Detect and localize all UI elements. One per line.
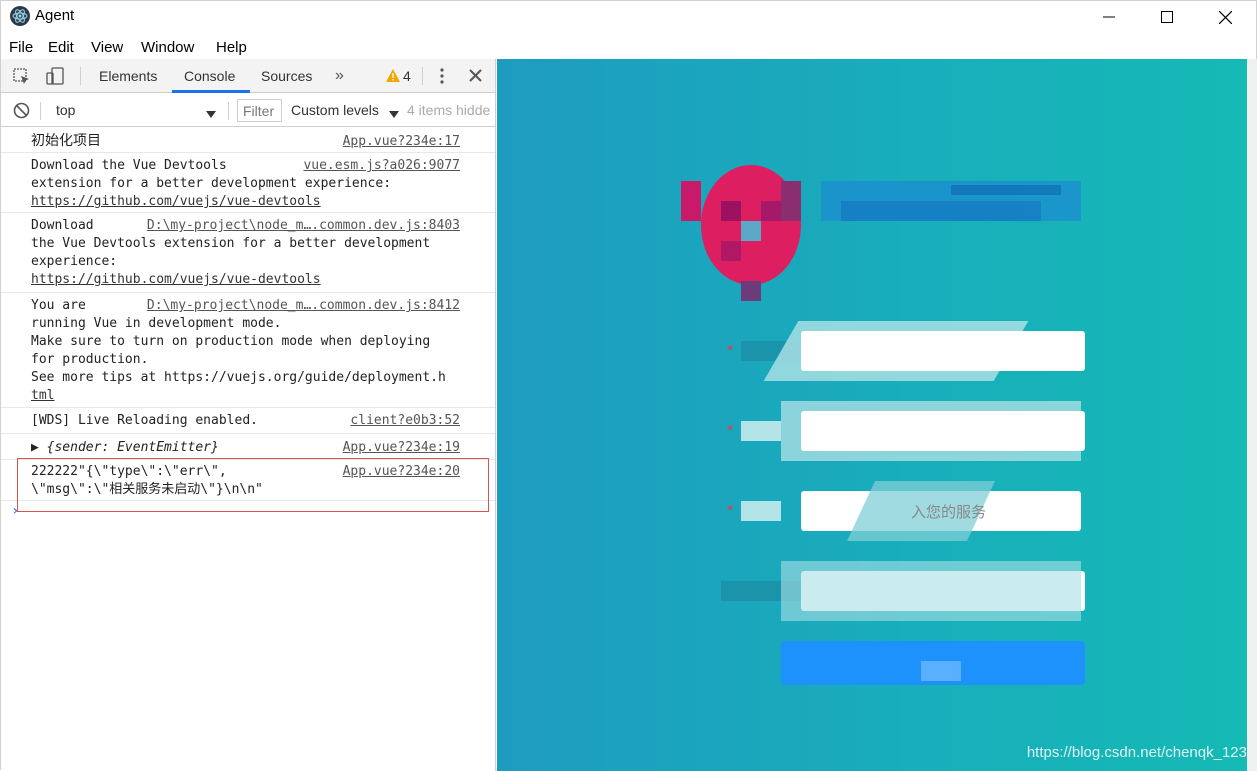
message-link[interactable]: https://github.com/vuejs/vue-devtools: [31, 193, 321, 211]
message-text: Download the Vue Devtools: [31, 158, 227, 173]
menu-help[interactable]: Help: [216, 39, 247, 56]
required-marker: *: [727, 423, 734, 440]
close-devtools-icon[interactable]: [469, 69, 482, 87]
field-label-image: [741, 501, 781, 521]
maximize-button[interactable]: [1138, 1, 1196, 33]
warning-count: 4: [403, 68, 411, 84]
app-page: * * * 入您的服务 https://blog.csdn.net/chenqk…: [497, 59, 1257, 771]
menu-window[interactable]: Window: [141, 39, 194, 56]
clear-console-icon[interactable]: [13, 102, 30, 124]
message-text: running Vue in development mode.: [31, 316, 282, 331]
console-message: Download the Vue Devtools extension for …: [1, 214, 495, 293]
object-preview[interactable]: ▶ {sender: EventEmitter}: [31, 439, 219, 457]
account-input[interactable]: [801, 331, 1085, 371]
minimize-button[interactable]: [1080, 1, 1138, 33]
active-tab-indicator: [172, 90, 250, 93]
source-link[interactable]: App.vue?234e:17: [343, 133, 460, 151]
source-link[interactable]: D:\my-project\node_m….common.dev.js:8412: [147, 297, 460, 315]
more-tabs-icon[interactable]: »: [335, 67, 344, 85]
menu-bar: File Edit View Window Help: [1, 35, 1256, 59]
console-message: [WDS] Live Reloading enabled. client?e0b…: [1, 409, 495, 434]
message-text: You are: [31, 298, 86, 313]
submit-label-image: [921, 661, 961, 681]
menu-view[interactable]: View: [91, 39, 123, 56]
console-message: 初始化项目 App.vue?234e:17: [1, 128, 495, 153]
source-link[interactable]: D:\my-project\node_m….common.dev.js:8403: [147, 217, 460, 235]
blur-overlay: [781, 561, 1081, 621]
toolbar-divider: [80, 67, 81, 85]
message-link[interactable]: https://github.com/vuejs/vue-devtools: [31, 271, 321, 289]
message-text: Download: [31, 218, 94, 233]
message-text: See more tips at https://vuejs.org/guide…: [31, 370, 446, 385]
console-message: Download the Vue Devtools extension for …: [1, 154, 495, 213]
devtools-toolbar: Elements Console Sources » 4: [1, 59, 495, 93]
filter-divider: [40, 102, 41, 120]
device-toolbar-icon[interactable]: [46, 67, 66, 90]
source-link[interactable]: client?e0b3:52: [350, 412, 460, 430]
toolbar-divider: [422, 67, 423, 85]
message-text: for production.: [31, 352, 149, 367]
tab-sources[interactable]: Sources: [261, 68, 312, 84]
chevron-down-icon[interactable]: [206, 106, 216, 124]
menu-edit[interactable]: Edit: [48, 39, 74, 56]
source-link[interactable]: vue.esm.js?a026:9077: [303, 157, 460, 175]
message-text: experience:: [31, 254, 118, 269]
inspect-element-icon[interactable]: [13, 68, 31, 91]
console-log: 初始化项目 App.vue?234e:17 Download the Vue D…: [1, 128, 495, 771]
console-prompt-icon[interactable]: ›: [11, 503, 19, 519]
console-filter-bar: top Filter Custom levels 4 items hidde: [1, 94, 495, 127]
window-title: Agent: [35, 7, 75, 24]
message-text: 初始化项目: [31, 133, 101, 149]
menu-file[interactable]: File: [9, 39, 33, 56]
tab-elements[interactable]: Elements: [99, 68, 157, 84]
message-text: extension for a better development exper…: [31, 176, 392, 191]
title-bar: Agent: [1, 1, 1256, 33]
message-text: [WDS] Live Reloading enabled.: [31, 413, 258, 428]
source-link[interactable]: App.vue?234e:19: [343, 439, 460, 457]
message-text: the Vue Devtools extension for a better …: [31, 236, 431, 251]
electron-app-icon: [10, 6, 30, 26]
kebab-menu-icon[interactable]: [439, 68, 445, 89]
chevron-down-icon[interactable]: [389, 106, 399, 124]
tab-console[interactable]: Console: [184, 68, 235, 84]
message-link[interactable]: tml: [31, 387, 54, 405]
field-label-image: [741, 421, 781, 441]
required-marker: *: [727, 503, 734, 520]
filter-input[interactable]: Filter: [237, 99, 282, 122]
vertical-scrollbar[interactable]: [1247, 59, 1257, 771]
hidden-items-count: 4 items hidde: [407, 102, 491, 118]
required-marker: *: [727, 343, 734, 360]
console-message[interactable]: ▶ {sender: EventEmitter} App.vue?234e:19: [1, 435, 495, 460]
password-input[interactable]: [801, 411, 1085, 451]
log-levels-dropdown[interactable]: Custom levels: [291, 102, 379, 118]
warning-icon[interactable]: [386, 69, 400, 87]
close-window-button[interactable]: [1196, 1, 1254, 33]
devtools-panel: Elements Console Sources » 4 top Filter …: [1, 59, 496, 771]
message-text: Make sure to turn on production mode whe…: [31, 334, 431, 349]
watermark-text: https://blog.csdn.net/chenqk_123: [1026, 744, 1247, 761]
filter-divider: [228, 102, 229, 120]
app-window: Agent File Edit View Window Help Element…: [0, 0, 1257, 771]
context-selector[interactable]: top: [56, 102, 75, 118]
red-highlight-box: [17, 458, 489, 512]
address-placeholder: 入您的服务: [911, 504, 987, 521]
console-message: You are running Vue in development mode.…: [1, 294, 495, 408]
